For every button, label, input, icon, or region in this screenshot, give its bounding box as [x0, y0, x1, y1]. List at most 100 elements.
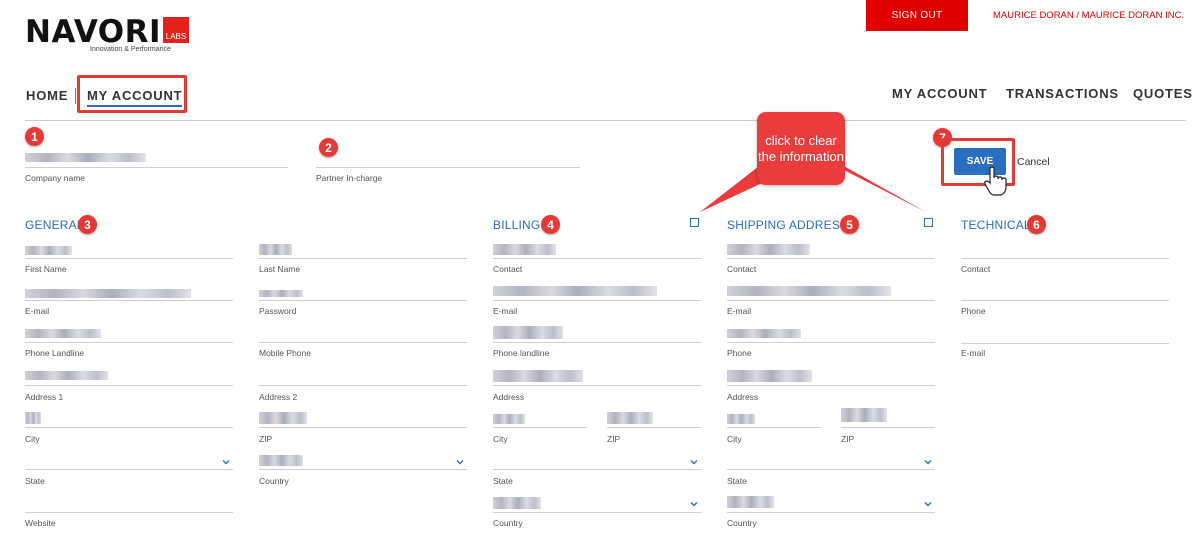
technical-contact-label: Contact [961, 264, 991, 274]
billing-clear-checkbox[interactable] [690, 218, 699, 227]
shipping-zip-label: ZIP [841, 434, 855, 444]
shipping-address-label: Address [727, 392, 759, 402]
password-label: Password [259, 306, 297, 316]
billing-zip-field[interactable]: ZIP [607, 412, 701, 444]
address-1-label: Address 1 [25, 392, 64, 402]
technical-email-field[interactable]: E-mail [961, 328, 1169, 360]
annotation-badge-6: 6 [1027, 215, 1046, 234]
phone-landline-field[interactable]: Phone Landline [25, 328, 233, 360]
mobile-phone-label: Mobile Phone [259, 348, 311, 358]
logo-badge: LABS [163, 17, 189, 43]
chevron-down-icon [222, 460, 230, 465]
chevron-down-icon [924, 460, 932, 465]
partner-in-charge-field[interactable]: Partner In-charge [316, 152, 580, 188]
billing-address-field[interactable]: Address [493, 370, 701, 402]
zip-field[interactable]: ZIP [259, 412, 467, 444]
company-name-field[interactable]: Company name [25, 152, 288, 188]
technical-phone-field[interactable]: Phone [961, 286, 1169, 318]
company-name-label: Company name [25, 173, 86, 183]
country-label: Country [259, 476, 289, 486]
nav-my-account[interactable]: MY ACCOUNT [892, 86, 987, 101]
billing-email-label: E-mail [493, 306, 518, 316]
shipping-state-select[interactable]: State [727, 454, 935, 486]
logo: NAVORI [25, 14, 162, 50]
address-2-field[interactable]: Address 2 [259, 370, 467, 402]
billing-email-field[interactable]: E-mail [493, 286, 701, 318]
billing-contact-field[interactable]: Contact [493, 244, 701, 276]
shipping-email-field[interactable]: E-mail [727, 286, 935, 318]
state-label: State [25, 476, 45, 486]
password-field[interactable]: Password [259, 286, 467, 318]
shipping-country-select[interactable]: Country [727, 496, 935, 528]
billing-state-label: State [493, 476, 513, 486]
city-label: City [25, 434, 40, 444]
mobile-phone-field[interactable]: Mobile Phone [259, 328, 467, 360]
billing-phone-field[interactable]: Phone landline [493, 326, 701, 360]
shipping-zip-field[interactable]: ZIP [841, 408, 935, 444]
annotation-badge-1: 1 [25, 127, 44, 146]
technical-email-label: E-mail [961, 348, 986, 358]
shipping-contact-label: Contact [727, 264, 757, 274]
chevron-down-icon [690, 502, 698, 507]
shipping-email-label: E-mail [727, 306, 752, 316]
country-select[interactable]: Country [259, 454, 467, 486]
shipping-country-label: Country [727, 518, 757, 528]
breadcrumb-separator [75, 88, 76, 104]
shipping-phone-field[interactable]: Phone [727, 328, 935, 360]
partner-in-charge-label: Partner In-charge [316, 173, 383, 183]
sign-out-button[interactable]: SIGN OUT [866, 0, 968, 31]
cancel-link[interactable]: Cancel [1017, 156, 1050, 168]
annotation-badge-5: 5 [840, 215, 859, 234]
nav-transactions[interactable]: TRANSACTIONS [1006, 86, 1119, 101]
annotation-badge-3: 3 [78, 215, 97, 234]
callout-clear-info: click to clear the information [757, 112, 845, 185]
section-title-general: GENERAL [25, 218, 84, 232]
chevron-down-icon [690, 460, 698, 465]
website-label: Website [25, 518, 56, 528]
section-title-shipping: SHIPPING ADDRESS [727, 218, 849, 232]
shipping-state-label: State [727, 476, 747, 486]
section-title-billing: BILLING [493, 218, 541, 232]
email-field[interactable]: E-mail [25, 286, 233, 318]
shipping-address-field[interactable]: Address [727, 370, 935, 402]
shipping-city-field[interactable]: City [727, 412, 821, 444]
email-label: E-mail [25, 306, 50, 316]
shipping-city-label: City [727, 434, 742, 444]
address-1-field[interactable]: Address 1 [25, 370, 233, 402]
last-name-label: Last Name [259, 264, 301, 274]
shipping-phone-label: Phone [727, 348, 752, 358]
chevron-down-icon [456, 460, 464, 465]
address-2-label: Address 2 [259, 392, 298, 402]
user-account-link[interactable]: MAURICE DORAN / MAURICE DORAN INC. [993, 10, 1184, 21]
shipping-clear-checkbox[interactable] [924, 218, 933, 227]
website-field[interactable]: Website [25, 496, 233, 528]
chevron-down-icon [924, 502, 932, 507]
breadcrumb-home[interactable]: HOME [26, 88, 68, 103]
logo-tagline: Innovation & Performance [90, 46, 171, 53]
billing-country-select[interactable]: Country [493, 496, 701, 528]
billing-address-label: Address [493, 392, 525, 402]
hand-cursor-icon [984, 166, 1007, 196]
annotation-badge-4: 4 [541, 215, 560, 234]
first-name-field[interactable]: First Name [25, 244, 233, 276]
billing-country-label: Country [493, 518, 523, 528]
city-field[interactable]: City [25, 412, 233, 444]
phone-landline-label: Phone Landline [25, 348, 85, 358]
state-select[interactable]: State [25, 454, 233, 486]
technical-contact-field[interactable]: Contact [961, 244, 1169, 276]
zip-label: ZIP [259, 434, 273, 444]
billing-zip-label: ZIP [607, 434, 621, 444]
section-title-technical: TECHNICAL [961, 218, 1031, 232]
nav-quotes[interactable]: QUOTES [1133, 86, 1193, 101]
header-divider [25, 120, 1186, 121]
annotation-highlight-breadcrumb [77, 75, 187, 113]
billing-city-field[interactable]: City [493, 412, 587, 444]
first-name-label: First Name [25, 264, 67, 274]
billing-contact-label: Contact [493, 264, 523, 274]
last-name-field[interactable]: Last Name [259, 244, 467, 276]
billing-city-label: City [493, 434, 508, 444]
billing-state-select[interactable]: State [493, 454, 701, 486]
billing-phone-label: Phone landline [493, 348, 550, 358]
technical-phone-label: Phone [961, 306, 986, 316]
shipping-contact-field[interactable]: Contact [727, 244, 935, 276]
